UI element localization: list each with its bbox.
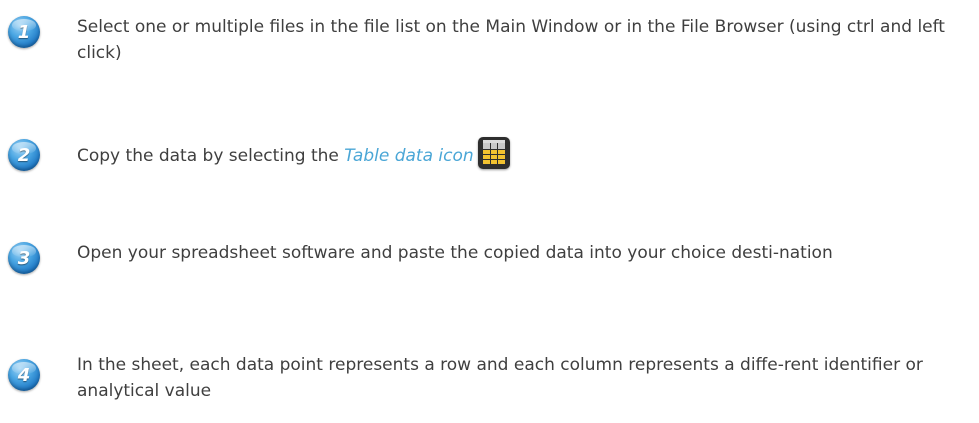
step-number: 2 xyxy=(17,145,31,166)
step-text-content: Open your spreadsheet software and paste… xyxy=(77,243,833,263)
step-text-content: Select one or multiple files in the file… xyxy=(77,17,945,63)
table-data-icon[interactable] xyxy=(477,137,510,169)
step-number: 1 xyxy=(17,22,31,43)
step-number-badge: 2 xyxy=(8,139,40,171)
step-number: 4 xyxy=(17,365,31,386)
step-number-badge: 3 xyxy=(8,242,40,274)
step-number-badge: 1 xyxy=(8,16,40,48)
step-text: In the sheet, each data point represents… xyxy=(77,352,967,404)
step-text-content: Copy the data by selecting the xyxy=(77,146,339,166)
step-text: Copy the data by selecting the Table dat… xyxy=(77,137,967,172)
step-text: Select one or multiple files in the file… xyxy=(77,14,967,66)
table-data-icon-label: Table data icon xyxy=(344,146,474,166)
step-number: 3 xyxy=(17,248,31,269)
step-number-badge: 4 xyxy=(8,359,40,391)
step-text: Open your spreadsheet software and paste… xyxy=(77,240,967,266)
step-text-content: In the sheet, each data point represents… xyxy=(77,355,923,401)
